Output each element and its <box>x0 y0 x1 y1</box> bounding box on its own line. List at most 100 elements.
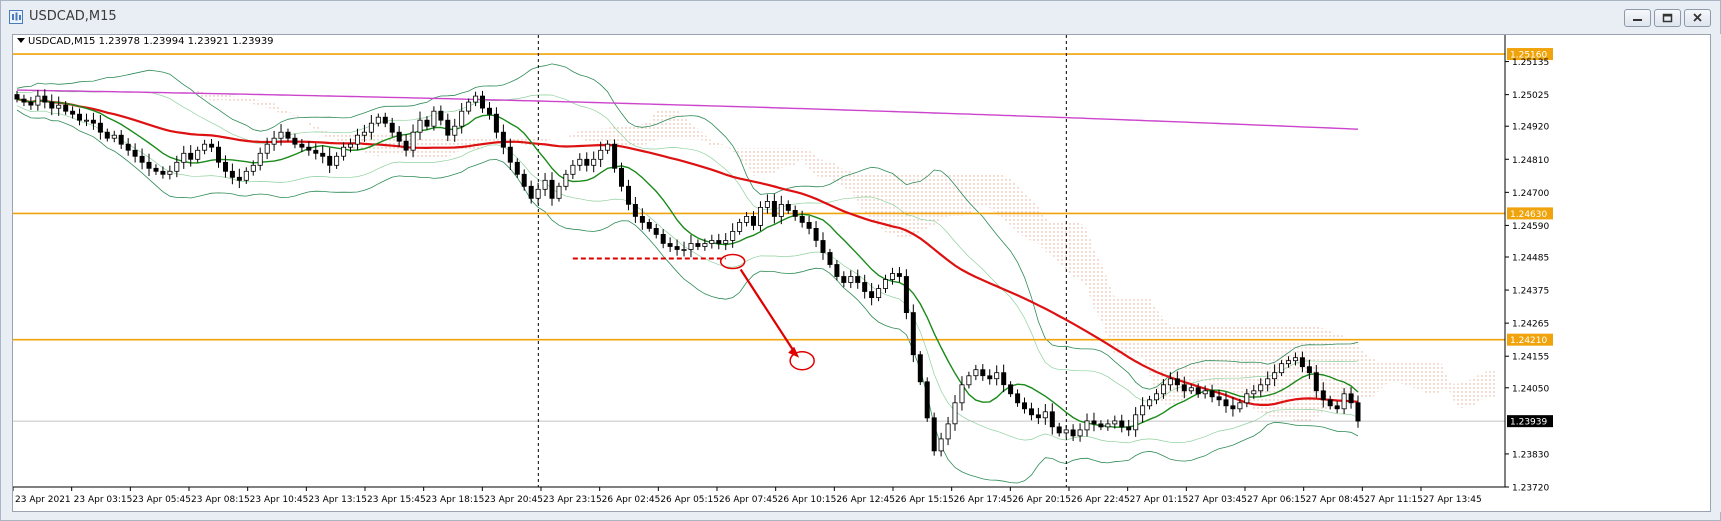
candle-body <box>139 155 145 163</box>
dropdown-triangle-icon[interactable] <box>17 38 25 43</box>
time-tick-label: 26 Apr 10:15 <box>778 495 837 505</box>
candle-body <box>195 149 201 160</box>
candle-body <box>368 122 374 133</box>
title-bar[interactable]: USDCAD,M15 <box>1 1 1720 34</box>
candle-body <box>660 233 666 244</box>
level-price-label: 1.24210 <box>1510 336 1547 346</box>
candle-body <box>563 173 569 187</box>
candle-body <box>327 155 333 166</box>
candle-body <box>1279 363 1285 374</box>
candle-body <box>111 134 117 139</box>
candle-body <box>1119 420 1125 428</box>
candle-body <box>1147 399 1153 407</box>
candle-body <box>1188 387 1194 392</box>
candle-body <box>980 369 986 377</box>
candle-body <box>632 203 638 217</box>
candle-body <box>424 119 430 127</box>
candle-body <box>459 110 465 127</box>
current-price-label: 1.23939 <box>1510 418 1547 428</box>
time-tick-label: 23 Apr 13:15 <box>308 495 367 505</box>
candle-body <box>84 119 90 122</box>
candle-body <box>417 119 423 133</box>
candle-body <box>1341 393 1347 410</box>
candle-body <box>903 276 909 313</box>
candle-body <box>1258 384 1264 392</box>
candle-body <box>1251 390 1257 395</box>
highlight-ellipse[interactable] <box>719 253 746 270</box>
time-tick-label: 27 Apr 03:45 <box>1188 495 1247 505</box>
candle-body <box>1029 408 1035 416</box>
candle-body <box>396 131 402 142</box>
candle-body <box>1112 420 1118 425</box>
candle-body <box>1293 357 1299 362</box>
candle-body <box>341 146 347 157</box>
candle-body <box>250 164 256 172</box>
candle-body <box>813 227 819 241</box>
candle-body <box>966 375 972 386</box>
candle-body <box>716 240 722 244</box>
price-tick-label: 1.24265 <box>1512 320 1549 330</box>
time-tick-label: 23 Apr 20:45 <box>484 495 543 505</box>
restore-icon <box>1662 13 1673 23</box>
time-tick-label: 26 Apr 17:45 <box>954 495 1013 505</box>
price-tick-label: 1.24810 <box>1512 156 1549 166</box>
restore-button[interactable] <box>1654 9 1681 27</box>
close-button[interactable] <box>1684 9 1711 27</box>
candle-body <box>1098 423 1104 428</box>
price-chart[interactable]: 1.251601.246301.242101.23939 1.251351.25… <box>13 35 1710 511</box>
candle-body <box>1299 357 1305 368</box>
candle-body <box>486 107 492 115</box>
arrow-line[interactable] <box>739 268 798 356</box>
time-tick-label: 26 Apr 02:45 <box>602 495 661 505</box>
candle-body <box>952 402 958 425</box>
candle-body <box>709 240 715 244</box>
candle-body <box>77 113 83 121</box>
candle-body <box>598 149 604 160</box>
candle-body <box>473 95 479 103</box>
candle-body <box>153 167 159 172</box>
candle-body <box>674 246 680 250</box>
candle-body <box>1181 384 1187 392</box>
candle-body <box>445 119 451 136</box>
candle-body <box>834 264 840 277</box>
candle-body <box>959 384 965 404</box>
candle-body <box>855 276 861 283</box>
candle-body <box>243 170 249 181</box>
candle-body <box>222 161 228 172</box>
candle-body <box>1126 426 1132 431</box>
candle-body <box>1306 366 1312 374</box>
time-tick-label: 23 Apr 15:45 <box>367 495 426 505</box>
candle-body <box>758 206 764 226</box>
candle-body <box>688 243 694 250</box>
candle-body <box>347 143 353 148</box>
candle-body <box>744 215 750 223</box>
candle-body <box>848 276 854 283</box>
candle-body <box>869 291 875 299</box>
minimize-icon <box>1633 19 1642 21</box>
time-tick-label: 26 Apr 20:15 <box>1012 495 1071 505</box>
candle-body <box>1286 360 1292 365</box>
candle-body <box>202 143 208 151</box>
candle-body <box>806 221 812 229</box>
candle-body <box>493 113 499 133</box>
time-tick-label: 23 Apr 08:15 <box>191 495 250 505</box>
candle-body <box>514 161 520 175</box>
candle-body <box>285 131 291 139</box>
candle-body <box>1035 414 1041 419</box>
candle-body <box>799 215 805 223</box>
candle-body <box>1049 411 1055 428</box>
chart-area[interactable]: 1.25160 1.24630 1.24210 1.23939 1.25135 1.25… <box>12 34 1711 512</box>
candle-body <box>549 179 555 199</box>
candle-body <box>910 312 916 356</box>
candle-body <box>389 122 395 133</box>
candle-body <box>1063 429 1069 434</box>
chart-info-line: USDCAD,M15 1.23978 1.23994 1.23921 1.239… <box>17 36 274 47</box>
candle-body <box>125 143 131 151</box>
price-tick-label: 1.23720 <box>1512 484 1549 494</box>
candle-body <box>973 369 979 377</box>
candle-body <box>97 122 103 133</box>
candle-body <box>257 152 263 166</box>
minimize-button[interactable] <box>1624 9 1651 27</box>
time-tick-label: 27 Apr 06:15 <box>1247 495 1306 505</box>
candle-body <box>1084 420 1090 431</box>
